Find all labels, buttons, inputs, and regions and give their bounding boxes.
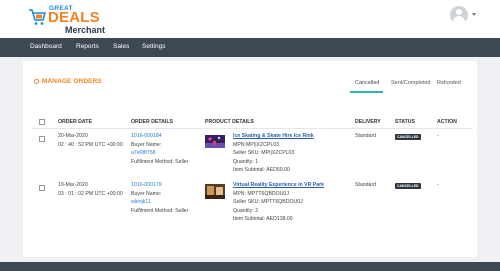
page-title-text: MANAGE ORDERS xyxy=(42,78,102,85)
footer-bar xyxy=(0,262,500,271)
row-checkbox[interactable] xyxy=(39,185,45,191)
header-product-details: PRODUCT DETAILS xyxy=(205,119,254,125)
product-seller-sku: Seller SKU: MPI|XZCPL03 xyxy=(233,150,295,157)
product-name-link[interactable]: Ice Skating & Skate Hire Ice Rink xyxy=(233,132,314,141)
tab-cancelled[interactable]: Cancelled xyxy=(355,80,379,86)
product-quantity: Quantity: 1 xyxy=(233,158,259,165)
header-action: ACTION xyxy=(437,119,457,125)
nav-item-settings[interactable]: Settings xyxy=(142,43,166,50)
order-date-cell: 20-Mar-2020 02 : 40 : 52 PM UTC +00:00 xyxy=(58,132,123,149)
logo-text-merchant: Merchant xyxy=(65,25,106,35)
orders-icon xyxy=(34,78,39,84)
order-date: 19-Mar-2020 xyxy=(58,182,88,188)
fulfilment-method: Fulfilment Method: Seller xyxy=(131,207,189,214)
cart-icon xyxy=(29,9,46,25)
product-details-cell: Ice Skating & Skate Hire Ice Rink MPN:MP… xyxy=(233,132,314,175)
fulfilment-method: Fulfilment Method: Seller xyxy=(131,158,189,165)
header-order-date: ORDER DATE xyxy=(58,119,92,125)
great-deals-logo[interactable]: GREAT DEALS Merchant xyxy=(28,3,148,35)
select-all-checkbox[interactable] xyxy=(39,119,45,125)
product-thumbnail[interactable] xyxy=(205,135,225,148)
item-subtotal: Item Subtotal: AED138.00 xyxy=(233,216,293,223)
product-mpn: MPN: MPTT6QBDOU0J xyxy=(233,190,289,197)
chevron-down-icon[interactable] xyxy=(472,13,476,16)
top-header: GREAT DEALS Merchant xyxy=(0,0,500,38)
product-name-link[interactable]: Virtual Reality Experience in VR Park xyxy=(233,181,324,190)
product-mpn: MPN:MPI|XZCPL03 xyxy=(233,141,280,148)
row-checkbox[interactable] xyxy=(39,136,45,142)
product-details-cell: Virtual Reality Experience in VR Park MP… xyxy=(233,181,324,224)
tab-sent-completed[interactable]: Sent/Completed xyxy=(391,80,430,86)
order-id-link[interactable]: 1016-000184 xyxy=(131,132,188,141)
buyer-label: Buyer Name: xyxy=(131,190,162,197)
action-cell: - xyxy=(437,182,439,188)
buyer-label: Buyer Name: xyxy=(131,141,162,148)
order-id-link[interactable]: 1016-000179 xyxy=(131,181,188,190)
delivery-cell: Standard xyxy=(355,133,377,139)
order-date-cell: 19-Mar-2020 03 : 01 : 02 PM UTC +00:00 xyxy=(58,181,123,198)
product-quantity: Quantity: 2 xyxy=(233,207,259,214)
delivery-cell: Standard xyxy=(355,182,377,188)
order-details-cell: 1016-000179 Buyer Name: wlenjk11 Fulfilm… xyxy=(131,181,188,215)
header-delivery: DELIVERY xyxy=(355,119,381,125)
active-tab-indicator xyxy=(350,91,383,93)
product-seller-sku: Seller SKU: MPTT6QBDOU0J xyxy=(233,199,303,206)
header-order-details: ORDER DETAILS xyxy=(131,119,173,125)
order-date: 20-Mar-2020 xyxy=(58,133,88,139)
tab-refunded[interactable]: Refunded xyxy=(437,80,461,86)
product-thumbnail[interactable] xyxy=(205,184,225,199)
orders-card: MANAGE ORDERS Cancelled Sent/Completed R… xyxy=(23,61,477,257)
status-badge: CANCELLED xyxy=(395,183,421,189)
action-cell: - xyxy=(437,133,439,139)
nav-item-dashboard[interactable]: Dashboard xyxy=(30,43,62,50)
buyer-name-link[interactable]: wlenjk11 xyxy=(131,198,188,207)
nav-item-reports[interactable]: Reports xyxy=(76,43,99,50)
item-subtotal: Item Subtotal: AED50.00 xyxy=(233,167,290,174)
logo-text-deals: DEALS xyxy=(48,9,100,26)
order-details-cell: 1016-000184 Buyer Name: a7e08f758 Fulfil… xyxy=(131,132,188,166)
buyer-name-link[interactable]: a7e08f758 xyxy=(131,149,188,158)
avatar-icon[interactable] xyxy=(450,6,468,24)
nav-item-sales[interactable]: Sales xyxy=(113,43,129,50)
main-nav: Dashboard Reports Sales Settings xyxy=(0,38,500,57)
page-title: MANAGE ORDERS xyxy=(34,78,102,85)
header-divider xyxy=(31,128,473,129)
order-time: 02 : 40 : 52 PM UTC +00:00 xyxy=(58,141,123,148)
order-time: 03 : 01 : 02 PM UTC +00:00 xyxy=(58,190,123,197)
header-status: STATUS xyxy=(395,119,415,125)
status-badge: CANCELLED xyxy=(395,134,421,140)
